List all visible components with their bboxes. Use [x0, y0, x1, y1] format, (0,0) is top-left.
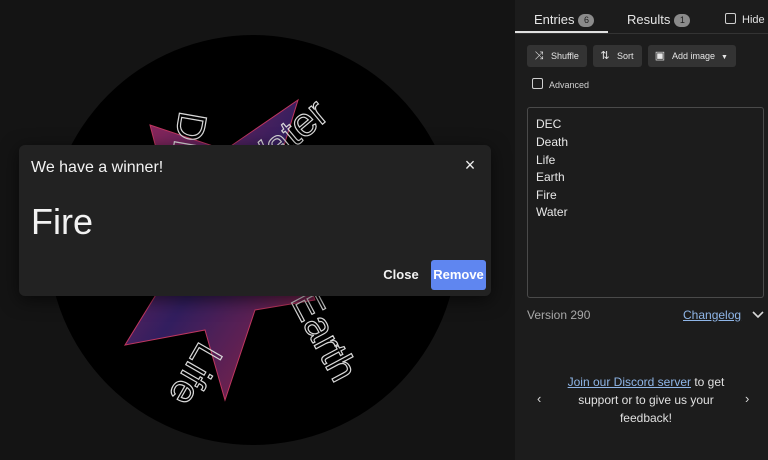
advanced-label: Advanced	[549, 80, 590, 90]
entry-line: Death	[536, 135, 569, 149]
version-label: Version 290	[527, 308, 591, 322]
tab-results-label: Results	[627, 12, 671, 27]
entry-line: Life	[536, 153, 556, 167]
chevron-right-icon[interactable]: ›	[745, 391, 749, 406]
changelog-link[interactable]: Changelog	[683, 308, 741, 322]
hide-toggle[interactable]: Hide	[725, 13, 765, 26]
dialog-title: We have a winner!	[31, 159, 164, 176]
chevron-down-icon: ▼	[721, 54, 728, 61]
winner-name: Fire	[31, 201, 93, 242]
chevron-left-icon[interactable]: ‹	[537, 391, 541, 406]
add-image-button[interactable]: ▣ Add image ▼	[648, 45, 736, 67]
chevron-down-icon[interactable]	[751, 309, 765, 321]
sort-icon: ⇅	[600, 50, 610, 62]
active-tab-indicator	[515, 31, 608, 33]
tab-entries-label: Entries	[534, 12, 575, 27]
remove-button[interactable]: Remove	[431, 260, 486, 290]
entries-panel: Entries 6 Results 1 Hide ⤨ Shuffle ⇅ Sort ▣ A…	[515, 0, 768, 460]
tab-entries[interactable]: Entries 6	[534, 12, 595, 27]
shuffle-button[interactable]: ⤨ Shuffle	[527, 45, 587, 67]
results-count-badge: 1	[674, 14, 691, 27]
shuffle-icon: ⤨	[534, 50, 544, 62]
winner-dialog: We have a winner! × Fire Close Remove	[19, 145, 491, 296]
discord-link[interactable]: Join our Discord server	[568, 375, 691, 389]
entry-line: Water	[536, 205, 568, 219]
hide-checkbox[interactable]	[725, 13, 736, 24]
image-icon: ▣	[654, 50, 666, 62]
close-icon[interactable]: ×	[459, 154, 481, 176]
advanced-checkbox[interactable]	[532, 78, 543, 89]
shuffle-label: Shuffle	[551, 51, 579, 61]
entries-count-badge: 6	[578, 14, 595, 27]
advanced-toggle[interactable]: Advanced	[532, 78, 589, 90]
sort-button[interactable]: ⇅ Sort	[593, 45, 642, 67]
tabs-divider	[515, 33, 768, 34]
discord-promo: Join our Discord server to get support o…	[561, 373, 731, 427]
close-button[interactable]: Close	[379, 260, 423, 290]
tab-results[interactable]: Results 1	[627, 12, 691, 27]
entry-line: DEC	[536, 117, 562, 131]
entry-line: Earth	[536, 170, 565, 184]
hide-label: Hide	[742, 14, 765, 26]
sort-label: Sort	[617, 51, 634, 61]
add-image-label: Add image	[672, 51, 716, 61]
entries-textarea[interactable]: DEC Death Life Earth Fire Water	[527, 107, 764, 298]
entry-line: Fire	[536, 188, 557, 202]
